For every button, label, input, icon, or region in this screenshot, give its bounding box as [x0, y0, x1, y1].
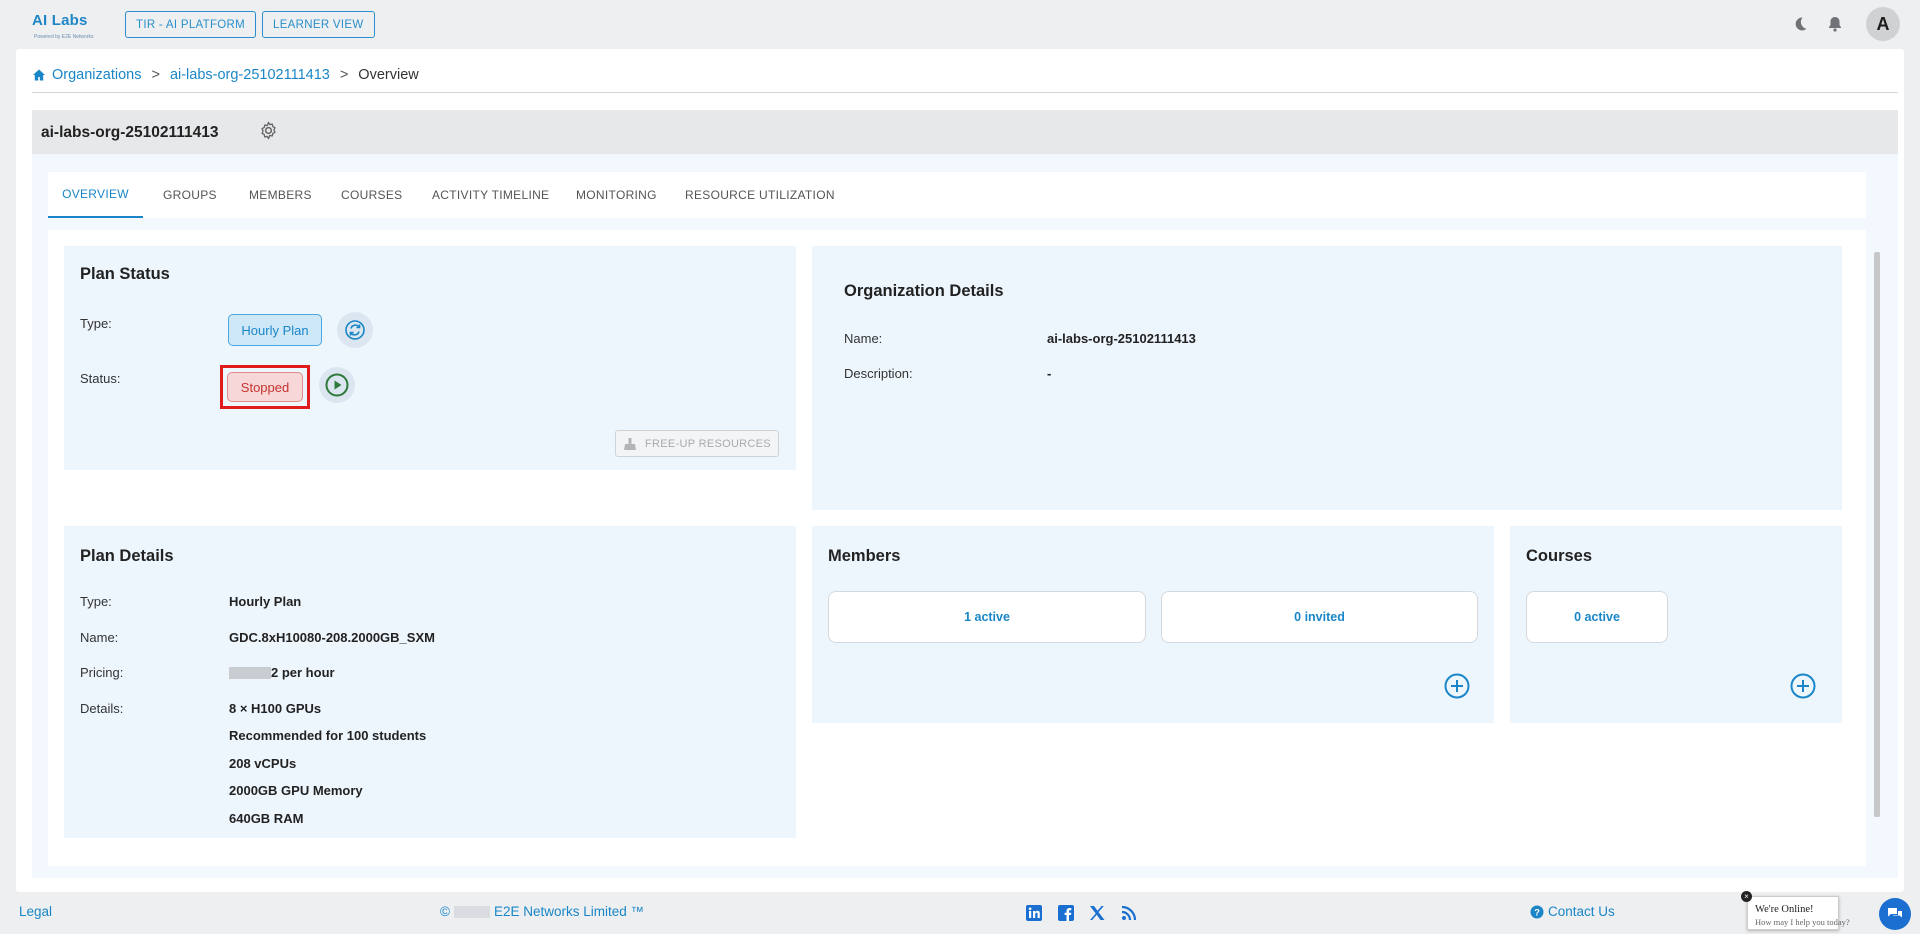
help-icon: ?	[1530, 905, 1544, 918]
detail-item: 208 vCPUs	[229, 756, 297, 771]
breadcrumb-separator: >	[151, 67, 160, 83]
x-icon[interactable]	[1088, 904, 1106, 922]
plan-status-title: Plan Status	[80, 265, 170, 283]
logo-text: AI Labs	[32, 12, 88, 29]
plan-details-title: Plan Details	[80, 547, 174, 565]
company-name: E2E Networks Limited ™	[493, 904, 645, 919]
detail-item: 2000GB GPU Memory	[229, 783, 363, 798]
legal-link[interactable]: Legal	[19, 904, 52, 919]
home-icon[interactable]	[32, 68, 46, 82]
ai-labs-logo[interactable]: AI Labs Powered by E2E Networks	[32, 12, 96, 40]
gear-icon[interactable]	[259, 121, 278, 140]
courses-title: Courses	[1526, 547, 1593, 565]
tab-overview[interactable]: OVERVIEW	[48, 172, 143, 218]
plan-name-value: GDC.8xH10080-208.2000GB_SXM	[229, 630, 435, 645]
tir-platform-button[interactable]: TIR - AI PLATFORM	[125, 11, 257, 38]
detail-item: 8 × H100 GPUs	[229, 701, 322, 716]
org-details-title: Organization Details	[844, 282, 1004, 300]
scrollbar[interactable]	[1874, 252, 1880, 817]
status-badge: Stopped	[227, 372, 303, 402]
play-icon	[325, 373, 349, 397]
copyright: © E2E Networks Limited ™	[440, 904, 644, 919]
status-highlight: Stopped	[220, 365, 310, 409]
tab-activity-timeline[interactable]: ACTIVITY TIMELINE	[432, 172, 549, 218]
linkedin-icon[interactable]	[1025, 904, 1043, 922]
tab-courses[interactable]: COURSES	[341, 172, 402, 218]
breadcrumb: Organizations > ai-labs-org-25102111413 …	[32, 65, 419, 85]
plan-pricing: 2 per hour	[229, 665, 335, 680]
org-description-value: -	[1047, 366, 1052, 381]
plus-circle-icon	[1444, 673, 1470, 699]
breadcrumb-organizations-link[interactable]: Organizations	[52, 67, 141, 83]
redacted-price	[229, 666, 271, 679]
change-plan-button[interactable]	[337, 312, 373, 348]
free-up-resources-button[interactable]: FREE-UP RESOURCES	[615, 430, 779, 457]
footer: Legal © E2E Networks Limited ™ ? Contact…	[0, 892, 1920, 934]
org-name-label: Name:	[844, 331, 883, 346]
learner-view-button[interactable]: LEARNER VIEW	[262, 11, 375, 38]
plan-details-label: Details:	[80, 701, 124, 716]
tab-groups[interactable]: GROUPS	[163, 172, 217, 218]
org-header: ai-labs-org-25102111413	[32, 110, 1898, 154]
breadcrumb-separator: >	[339, 67, 349, 83]
chat-close-icon[interactable]: ×	[1741, 891, 1752, 902]
start-plan-button[interactable]	[319, 367, 355, 403]
tab-resource-utilization[interactable]: RESOURCE UTILIZATION	[685, 172, 835, 218]
plan-type-value: Hourly Plan	[229, 594, 302, 609]
courses-active-card[interactable]: 0 active	[1526, 591, 1668, 643]
contact-us-link[interactable]: ? Contact Us	[1530, 904, 1615, 919]
org-details-panel: Organization Details Name: ai-labs-org-2…	[812, 246, 1842, 510]
detail-item: 640GB RAM	[229, 811, 304, 826]
moon-icon[interactable]	[1790, 14, 1810, 34]
svg-text:?: ?	[1534, 907, 1540, 918]
chat-line-2: How may I help you today?	[1755, 917, 1850, 927]
overview-content: Plan Status Type: Hourly Plan Status: St…	[48, 230, 1880, 866]
members-invited-card[interactable]: 0 invited	[1161, 591, 1478, 643]
contact-us-label: Contact Us	[1548, 904, 1615, 919]
plan-details-panel: Plan Details Type: Hourly Plan Name: GDC…	[64, 526, 796, 838]
page-title: ai-labs-org-25102111413	[41, 124, 219, 141]
plus-circle-icon	[1790, 673, 1816, 699]
rss-icon[interactable]	[1120, 904, 1138, 922]
tab-monitoring[interactable]: MONITORING	[576, 172, 657, 218]
tab-members[interactable]: MEMBERS	[249, 172, 312, 218]
copyright-symbol: ©	[440, 904, 450, 919]
top-bar: AI Labs Powered by E2E Networks TIR - AI…	[0, 0, 1920, 48]
breadcrumb-org-link[interactable]: ai-labs-org-25102111413	[170, 67, 330, 83]
broom-icon	[624, 437, 637, 450]
plan-type-chip: Hourly Plan	[228, 314, 322, 346]
main-card: Organizations > ai-labs-org-25102111413 …	[16, 49, 1904, 892]
plan-pricing-value: 2 per hour	[271, 665, 335, 680]
chat-icon	[1888, 908, 1902, 918]
add-course-button[interactable]	[1789, 672, 1817, 700]
free-up-label: FREE-UP RESOURCES	[645, 437, 771, 450]
org-description-label: Description:	[844, 366, 913, 381]
refresh-icon	[345, 320, 365, 340]
plan-type-label: Type:	[80, 594, 112, 609]
status-label: Status:	[80, 371, 121, 386]
plan-pricing-label: Pricing:	[80, 665, 124, 680]
bell-icon[interactable]	[1825, 14, 1845, 34]
members-title: Members	[828, 547, 901, 565]
type-label: Type:	[80, 316, 112, 331]
detail-item: Recommended for 100 students	[229, 728, 427, 743]
avatar[interactable]: A	[1866, 7, 1900, 41]
plan-name-label: Name:	[80, 630, 119, 645]
facebook-icon[interactable]	[1057, 904, 1075, 922]
chat-greeting[interactable]: We're Online! How may I help you today?	[1747, 896, 1850, 930]
members-active-card[interactable]: 1 active	[828, 591, 1146, 643]
tab-bar: OVERVIEW GROUPS MEMBERS COURSES ACTIVITY…	[48, 172, 1866, 218]
breadcrumb-current: Overview	[358, 67, 419, 83]
content-area: OVERVIEW GROUPS MEMBERS COURSES ACTIVITY…	[32, 154, 1898, 878]
add-member-button[interactable]	[1443, 672, 1471, 700]
redacted-year	[453, 905, 490, 918]
breadcrumb-divider	[32, 92, 1898, 93]
chat-line-1: We're Online!	[1755, 904, 1814, 915]
plan-status-panel: Plan Status Type: Hourly Plan Status: St…	[64, 246, 796, 470]
logo-subtext: Powered by E2E Networks	[34, 34, 94, 40]
members-panel: Members 1 active 0 invited	[812, 526, 1494, 723]
courses-panel: Courses 0 active	[1510, 526, 1842, 723]
chat-button[interactable]	[1879, 898, 1911, 930]
org-name-value: ai-labs-org-25102111413	[1047, 331, 1196, 346]
